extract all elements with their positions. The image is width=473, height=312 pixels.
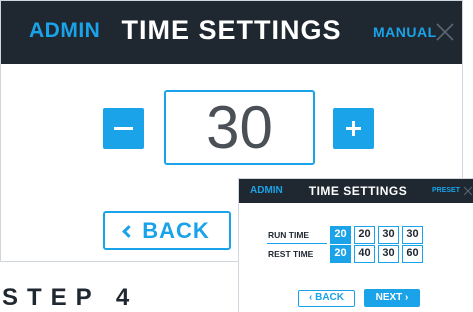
label-divider: [267, 243, 327, 244]
preset-back-label: BACK: [315, 292, 344, 303]
preset-header-bar: ADMIN TIME SETTINGS PRESET: [239, 179, 473, 203]
run-time-label: RUN TIME: [268, 230, 310, 240]
step-label: STEP 4: [2, 284, 139, 311]
preset-screen: ADMIN TIME SETTINGS PRESET RUN TIME REST…: [238, 178, 473, 312]
main-header-bar: ADMIN TIME SETTINGS MANUAL: [1, 1, 462, 64]
plus-icon: [346, 121, 361, 136]
time-value-display: 30: [164, 90, 315, 165]
decrement-button[interactable]: [103, 108, 144, 149]
run-time-option-3[interactable]: 30: [378, 226, 399, 244]
increment-button[interactable]: [333, 108, 374, 149]
rest-time-option-1[interactable]: 20: [330, 245, 351, 263]
next-button[interactable]: NEXT ›: [364, 289, 420, 307]
rest-time-option-3[interactable]: 30: [378, 245, 399, 263]
rest-time-option-4[interactable]: 60: [402, 245, 423, 263]
back-button[interactable]: BACK: [103, 211, 231, 250]
close-icon[interactable]: [462, 185, 473, 197]
run-time-option-1[interactable]: 20: [330, 226, 351, 244]
rest-time-label: REST TIME: [268, 249, 314, 259]
close-icon[interactable]: [434, 21, 456, 43]
rest-time-option-2[interactable]: 40: [354, 245, 375, 263]
mode-label-preset[interactable]: PRESET: [432, 187, 460, 194]
run-time-option-4[interactable]: 30: [402, 226, 423, 244]
next-button-label: NEXT: [375, 292, 403, 303]
mode-label-manual[interactable]: MANUAL: [373, 24, 437, 40]
chevron-right-icon: ›: [402, 292, 409, 303]
chevron-left-icon: [122, 225, 136, 238]
back-button-label: BACK: [142, 218, 210, 243]
preset-back-button[interactable]: ‹ BACK: [298, 290, 355, 307]
run-time-option-2[interactable]: 20: [354, 226, 375, 244]
minus-icon: [114, 127, 133, 130]
stage: ADMIN TIME SETTINGS MANUAL 30 BACK STEP …: [0, 0, 473, 312]
